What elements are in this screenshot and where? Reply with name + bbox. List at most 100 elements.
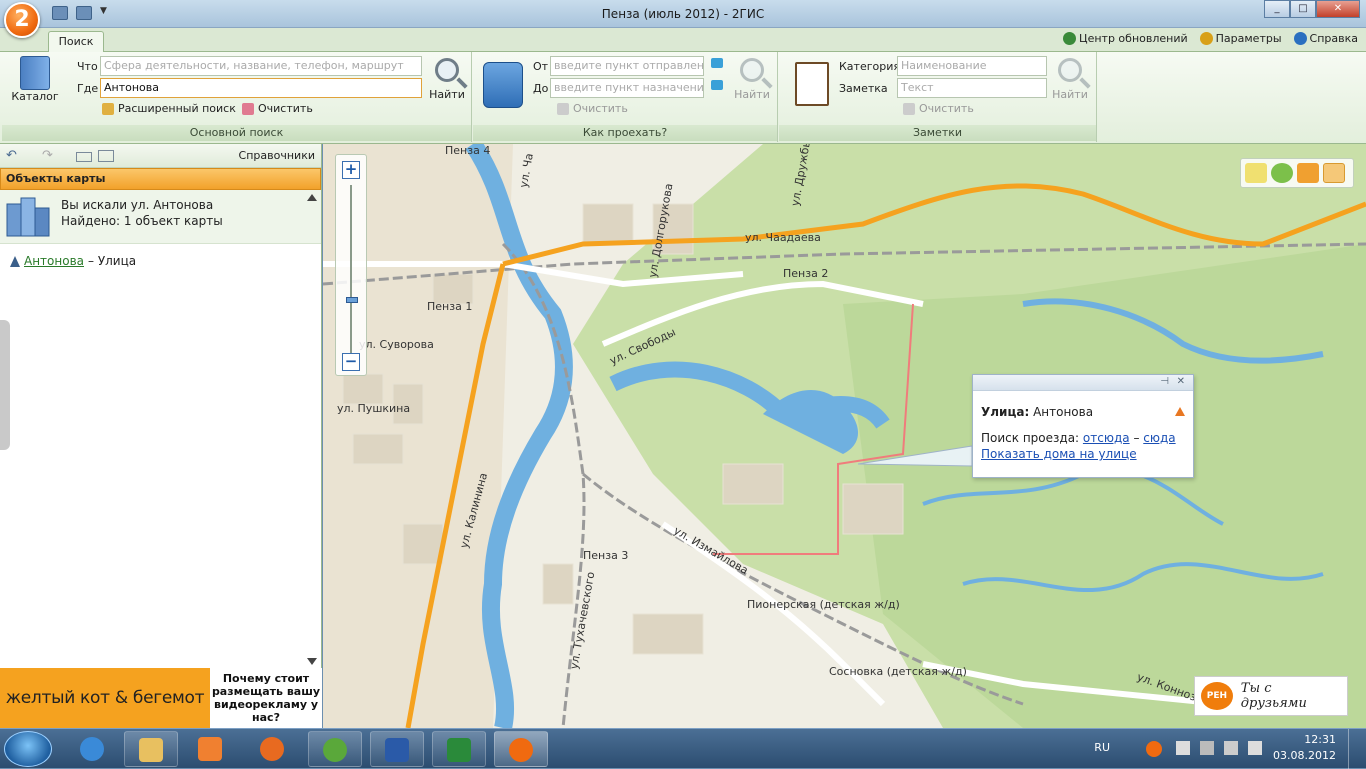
clock-time[interactable]: 12:31: [1304, 733, 1336, 746]
maximize-button[interactable]: □: [1290, 0, 1316, 18]
panel-collapse-handle[interactable]: [0, 320, 10, 450]
clear-button[interactable]: Очистить: [242, 102, 313, 115]
help-link[interactable]: Справка: [1293, 32, 1358, 45]
result-link[interactable]: Антонова: [24, 254, 84, 268]
show-desktop-button[interactable]: [1348, 729, 1362, 769]
where-input[interactable]: Антонова: [100, 78, 422, 98]
street-icon: [10, 255, 20, 267]
zoom-slider-handle[interactable]: [346, 297, 358, 303]
zoom-track[interactable]: [350, 185, 352, 353]
from-label: От: [533, 60, 549, 73]
ren-logo: РЕН: [1201, 682, 1233, 710]
category-label: Категория: [839, 60, 900, 73]
pin-icon[interactable]: ⊣: [1160, 376, 1169, 387]
taskbar-ie[interactable]: [66, 731, 120, 767]
group-label-main: Основной поиск: [2, 125, 471, 141]
volume-icon[interactable]: [1248, 741, 1262, 755]
route-to-here-link[interactable]: сюда: [1143, 431, 1175, 445]
zoom-control: + −: [335, 154, 367, 376]
taskbar-2gis[interactable]: [494, 731, 548, 767]
taskbar-explorer[interactable]: [124, 731, 178, 767]
tree-view-icon[interactable]: [98, 150, 114, 162]
pick-from-map-icon[interactable]: [711, 58, 723, 68]
forward-icon[interactable]: ↷: [42, 148, 53, 163]
notes-icon: [795, 62, 829, 106]
print-map-icon[interactable]: [1323, 163, 1345, 183]
warning-icon[interactable]: [1175, 407, 1185, 416]
select-area-icon[interactable]: [1297, 163, 1319, 183]
street-name: Антонова: [1033, 405, 1094, 419]
ribbon: Каталог Что Сфера деятельности, название…: [0, 52, 1366, 144]
advanced-search-button[interactable]: Расширенный поиск: [102, 102, 236, 115]
taskbar: RU 12:31 03.08.2012: [0, 728, 1366, 769]
search-summary: Вы искали ул. Антонова Найдено: 1 объект…: [0, 190, 321, 244]
tray-2gis-icon[interactable]: [1146, 741, 1162, 757]
start-button[interactable]: [4, 731, 52, 767]
map-label-penza1: Пенза 1: [427, 300, 473, 313]
taskbar-word[interactable]: [370, 731, 424, 767]
advertisement-banner[interactable]: желтый кот & бегемот Почему стоит размещ…: [0, 668, 322, 728]
back-icon[interactable]: ↶: [6, 148, 17, 163]
route-clear-button[interactable]: Очистить: [557, 102, 628, 115]
panel-header: Объекты карты: [0, 168, 321, 190]
taskbar-utorrent[interactable]: [308, 731, 362, 767]
notes-clear-button[interactable]: Очистить: [903, 102, 974, 115]
settings-link[interactable]: Параметры: [1199, 32, 1282, 45]
zoom-out-button[interactable]: −: [342, 353, 360, 371]
find-button[interactable]: Найти: [426, 58, 468, 101]
category-select[interactable]: Наименование: [897, 56, 1047, 76]
route-from-here-link[interactable]: отсюда: [1083, 431, 1130, 445]
battery-icon[interactable]: [1200, 741, 1214, 755]
map-label-penza4: Пенза 4: [445, 144, 491, 157]
tab-search[interactable]: Поиск: [48, 31, 104, 53]
group-notes: Категория Наименование Заметка Текст Най…: [779, 52, 1097, 142]
signal-icon[interactable]: [1224, 741, 1238, 755]
language-indicator[interactable]: RU: [1094, 741, 1110, 754]
network-icon[interactable]: [1176, 741, 1190, 755]
help-icon: [1293, 32, 1307, 45]
ren-tv-banner[interactable]: РЕН Ты с друзьями: [1194, 676, 1348, 716]
map-tools: [1240, 158, 1354, 188]
to-input[interactable]: введите пункт назначения: [550, 78, 704, 98]
ruler-icon[interactable]: [1245, 163, 1267, 183]
scroll-down-icon[interactable]: [307, 658, 317, 665]
map-label-penza3: Пенза 3: [583, 549, 629, 562]
clock-date[interactable]: 03.08.2012: [1273, 749, 1336, 762]
map-label-pionerskaya: Пионерская (детская ж/д): [747, 598, 900, 611]
close-button[interactable]: ✕: [1316, 0, 1360, 18]
result-item[interactable]: Антонова – Улица: [10, 254, 136, 268]
directories-dropdown[interactable]: Справочники: [239, 149, 315, 162]
zoom-in-button[interactable]: +: [342, 161, 360, 179]
folder-icon: [139, 738, 163, 762]
ad-text[interactable]: Почему стоит размещать вашу видеорекламу…: [210, 668, 322, 728]
scroll-up-icon[interactable]: [307, 194, 317, 201]
app-logo-icon[interactable]: 2: [4, 2, 40, 38]
left-panel: ↶ ↷ Справочники Объекты карты Вы искали …: [0, 144, 322, 728]
route-find-button[interactable]: Найти: [731, 58, 773, 101]
map-label-sosnovka: Сосновка (детская ж/д): [829, 665, 967, 678]
minimize-button[interactable]: _: [1264, 0, 1290, 18]
show-houses-link[interactable]: Показать дома на улице: [981, 447, 1137, 461]
taskbar-media[interactable]: [184, 731, 238, 767]
catalog-button[interactable]: Каталог: [10, 56, 60, 103]
map-label-pushkina: ул. Пушкина: [337, 402, 411, 415]
map-canvas[interactable]: [323, 144, 1366, 728]
list-view-icon[interactable]: [76, 152, 92, 162]
taskbar-firefox[interactable]: [246, 731, 300, 767]
notes-find-button[interactable]: Найти: [1049, 58, 1091, 101]
group-main-search: Каталог Что Сфера деятельности, название…: [2, 52, 472, 142]
ad-brand[interactable]: желтый кот & бегемот: [0, 668, 210, 728]
taskbar-excel[interactable]: [432, 731, 486, 767]
search-icon: [1058, 58, 1082, 82]
pick-to-map-icon[interactable]: [711, 80, 723, 90]
word-icon: [385, 738, 409, 762]
note-input[interactable]: Текст: [897, 78, 1047, 98]
route-icon: [483, 62, 523, 108]
from-input[interactable]: введите пункт отправления: [550, 56, 704, 76]
map-view[interactable]: ул. Чаадаева Пенза 2 Пенза 1 Пенза 3 Пен…: [323, 144, 1366, 728]
updates-center-link[interactable]: Центр обновлений: [1063, 32, 1188, 45]
popup-close-icon[interactable]: ✕: [1177, 376, 1185, 387]
what-input[interactable]: Сфера деятельности, название, телефон, м…: [100, 56, 422, 76]
layers-icon[interactable]: [1271, 163, 1293, 183]
searched-text: Вы искали ул. Антонова: [61, 198, 214, 212]
